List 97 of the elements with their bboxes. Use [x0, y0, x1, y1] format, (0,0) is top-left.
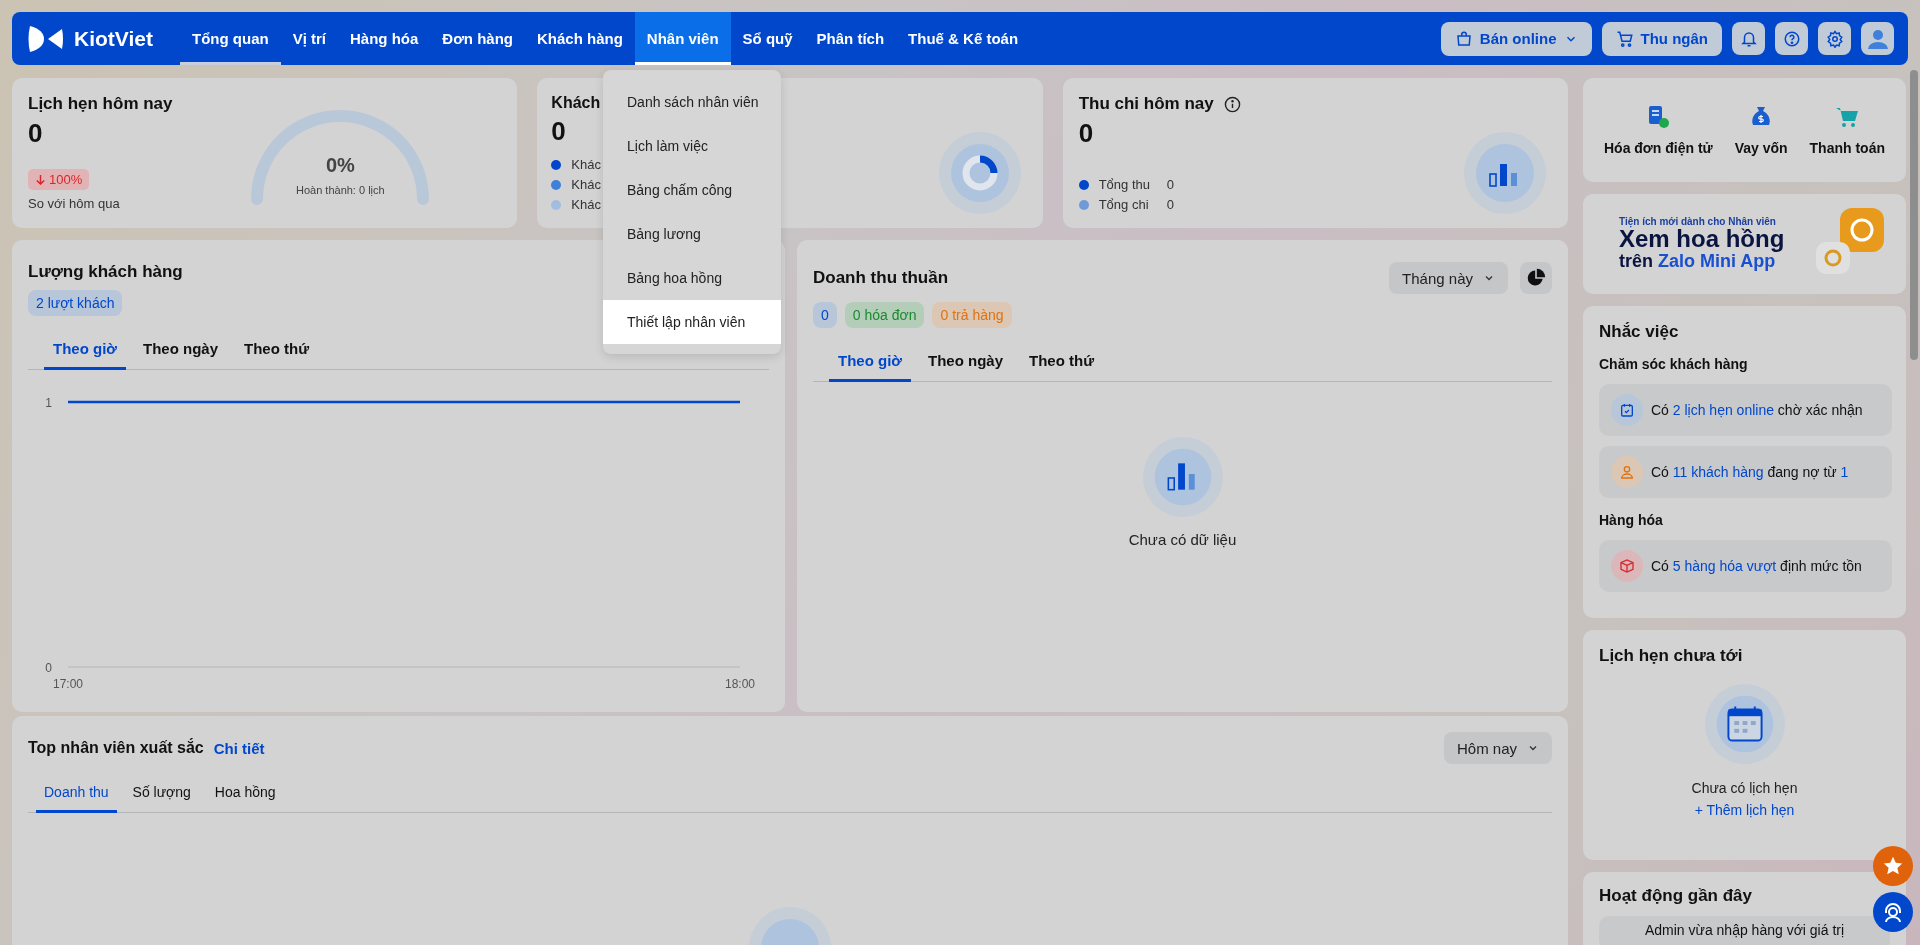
- group-title: Hàng hóa: [1599, 512, 1664, 528]
- box-icon: [1619, 558, 1635, 574]
- notification-bell-icon[interactable]: [1732, 22, 1765, 55]
- legend-amount: 0: [1166, 197, 1174, 212]
- quick-link[interactable]: Vay vốn: [1734, 104, 1788, 156]
- help-icon[interactable]: [1775, 22, 1808, 55]
- card-title: Lượng khách hàng: [28, 262, 183, 282]
- summary-badge: 0 trả hàng: [932, 302, 1012, 328]
- details-link[interactable]: Chi tiết: [213, 739, 265, 757]
- card-title: Nhắc việc: [1599, 322, 1680, 342]
- chart-tab[interactable]: Theo thứ: [235, 334, 319, 370]
- empty-state-text: Chưa có lịch hẹn: [1691, 780, 1798, 796]
- brand-name[interactable]: KiotViet: [74, 26, 153, 51]
- card-title: Doanh thu thuần: [813, 268, 949, 288]
- ranking-tab[interactable]: Số lượng: [124, 778, 199, 813]
- banner-tagline: Tiện ích mới dành cho Nhân viên: [1619, 216, 1777, 227]
- empty-state-text: Chưa có dữ liệu: [1128, 531, 1237, 548]
- reminder-item[interactable]: Có 2 lịch hẹn online chờ xác nhận: [1599, 384, 1892, 436]
- menu-item[interactable]: Bảng chấm công: [603, 168, 781, 212]
- logo-icon: [28, 23, 64, 54]
- card-title: Lịch hẹn hôm nay: [28, 94, 173, 114]
- sell-online-button[interactable]: Bán online: [1440, 21, 1592, 56]
- shopping-bag-icon: [1454, 29, 1473, 48]
- x-axis-label: 17:00: [53, 677, 83, 691]
- calendar-check-icon: [1619, 402, 1635, 418]
- card-title: Thu chi hôm nay: [1078, 94, 1214, 114]
- nav-tab[interactable]: Vị trí: [280, 12, 338, 65]
- add-appointment-link[interactable]: + Thêm lịch hẹn: [1694, 802, 1795, 818]
- menu-item[interactable]: Danh sách nhân viên: [603, 80, 781, 124]
- gauge-caption: Hoàn thành: 0 lịch: [295, 184, 386, 196]
- info-icon[interactable]: [1223, 95, 1241, 113]
- chart-tab[interactable]: Theo ngày: [919, 346, 1012, 382]
- donut-chart-icon: [938, 132, 1021, 214]
- legend-label: Tổng thu: [1098, 177, 1151, 192]
- person-icon: [1619, 464, 1635, 480]
- summary-badge: 0 hóa đơn: [844, 302, 925, 328]
- scrollbar[interactable]: [1910, 70, 1918, 360]
- chart-tab[interactable]: Theo giờ: [829, 346, 911, 382]
- chart-tab[interactable]: Theo thứ: [1020, 346, 1104, 382]
- activity-entry: Admin vừa nhập hàng với giá trị: [1599, 916, 1890, 945]
- x-axis-label: 18:00: [725, 677, 755, 691]
- bar-chart-icon: [1464, 132, 1546, 214]
- card-title: Lịch hẹn chưa tới: [1599, 646, 1743, 666]
- visits-badge: 2 lượt khách: [28, 290, 123, 316]
- menu-item[interactable]: Lịch làm việc: [603, 124, 781, 168]
- cashier-button[interactable]: Thu ngân: [1601, 21, 1722, 56]
- nav-tab[interactable]: Hàng hóa: [338, 12, 431, 65]
- reminder-item[interactable]: Có 11 khách hàng đang nợ từ 1: [1599, 446, 1892, 498]
- menu-item[interactable]: Thiết lập nhân viên: [603, 300, 781, 344]
- change-badge: 100%: [28, 169, 90, 190]
- gauge-percent: 0%: [324, 154, 356, 177]
- legend-amount: 0: [1166, 177, 1174, 192]
- period-dropdown[interactable]: Tháng này: [1389, 262, 1508, 294]
- menu-item[interactable]: Bảng hoa hồng: [603, 256, 781, 300]
- nav-tab[interactable]: Thuế & Kế toán: [896, 12, 1031, 65]
- chart-tab[interactable]: Theo giờ: [44, 334, 126, 370]
- quick-link[interactable]: Thanh toán: [1809, 104, 1885, 156]
- reminder-item[interactable]: Có 5 hàng hóa vượt định mức tồn: [1599, 540, 1892, 592]
- legend-label: Khác: [571, 197, 601, 212]
- group-title: Chăm sóc khách hàng: [1599, 356, 1749, 372]
- y-axis-label: 1: [45, 396, 52, 410]
- compare-text: So với hôm qua: [28, 196, 121, 211]
- card-title: Khách: [551, 94, 601, 112]
- y-axis-label: 0: [45, 661, 52, 675]
- calendar-icon: [1704, 684, 1785, 764]
- settings-icon[interactable]: [1818, 22, 1851, 55]
- kpi-value: 0: [551, 116, 567, 147]
- quick-link[interactable]: Hóa đơn điện tử: [1603, 104, 1713, 156]
- ranking-tab[interactable]: Hoa hồng: [206, 778, 284, 813]
- cart-icon: [1615, 29, 1634, 48]
- nav-tab[interactable]: Phân tích: [804, 12, 897, 65]
- kpi-value: 0: [28, 118, 44, 149]
- empty-chart-icon: [1142, 437, 1223, 517]
- pie-chart-icon[interactable]: [1520, 262, 1552, 294]
- menu-item[interactable]: Bảng lương: [603, 212, 781, 256]
- card-title: Hoạt động gần đây: [1599, 886, 1753, 906]
- nav-tab[interactable]: Khách hàng: [525, 12, 635, 65]
- promo-banner[interactable]: Tiện ích mới dành cho Nhân viên Xem hoa hồng trên Zalo Mini App: [1583, 194, 1906, 294]
- legend-label: Khác: [571, 177, 601, 192]
- banner-subline: trên Zalo Mini App: [1619, 251, 1776, 272]
- reminder-text: Có 11 khách hàng đang nợ từ 1: [1651, 464, 1849, 480]
- nav-tab[interactable]: Nhân viên: [634, 12, 731, 65]
- kpi-value: 0: [1078, 118, 1095, 149]
- nav-tab[interactable]: Sổ quỹ: [730, 12, 805, 65]
- user-avatar-icon[interactable]: [1861, 22, 1894, 55]
- nav-tab[interactable]: Đơn hàng: [430, 12, 525, 65]
- legend-label: Tổng chi: [1098, 197, 1150, 212]
- card-title: Top nhân viên xuất sắc: [28, 739, 204, 757]
- reminder-text: Có 5 hàng hóa vượt định mức tồn: [1651, 558, 1862, 574]
- summary-badge: 0: [813, 302, 837, 328]
- legend-label: Khác: [571, 157, 601, 172]
- ranking-tab[interactable]: Doanh thu: [36, 778, 117, 813]
- nav-tab[interactable]: Tổng quan: [180, 12, 281, 65]
- banner-headline: Xem hoa hồng: [1619, 227, 1785, 251]
- reminder-text: Có 2 lịch hẹn online chờ xác nhận: [1651, 402, 1863, 418]
- chart-tab[interactable]: Theo ngày: [134, 334, 227, 370]
- period-dropdown[interactable]: Hôm nay: [1443, 732, 1552, 764]
